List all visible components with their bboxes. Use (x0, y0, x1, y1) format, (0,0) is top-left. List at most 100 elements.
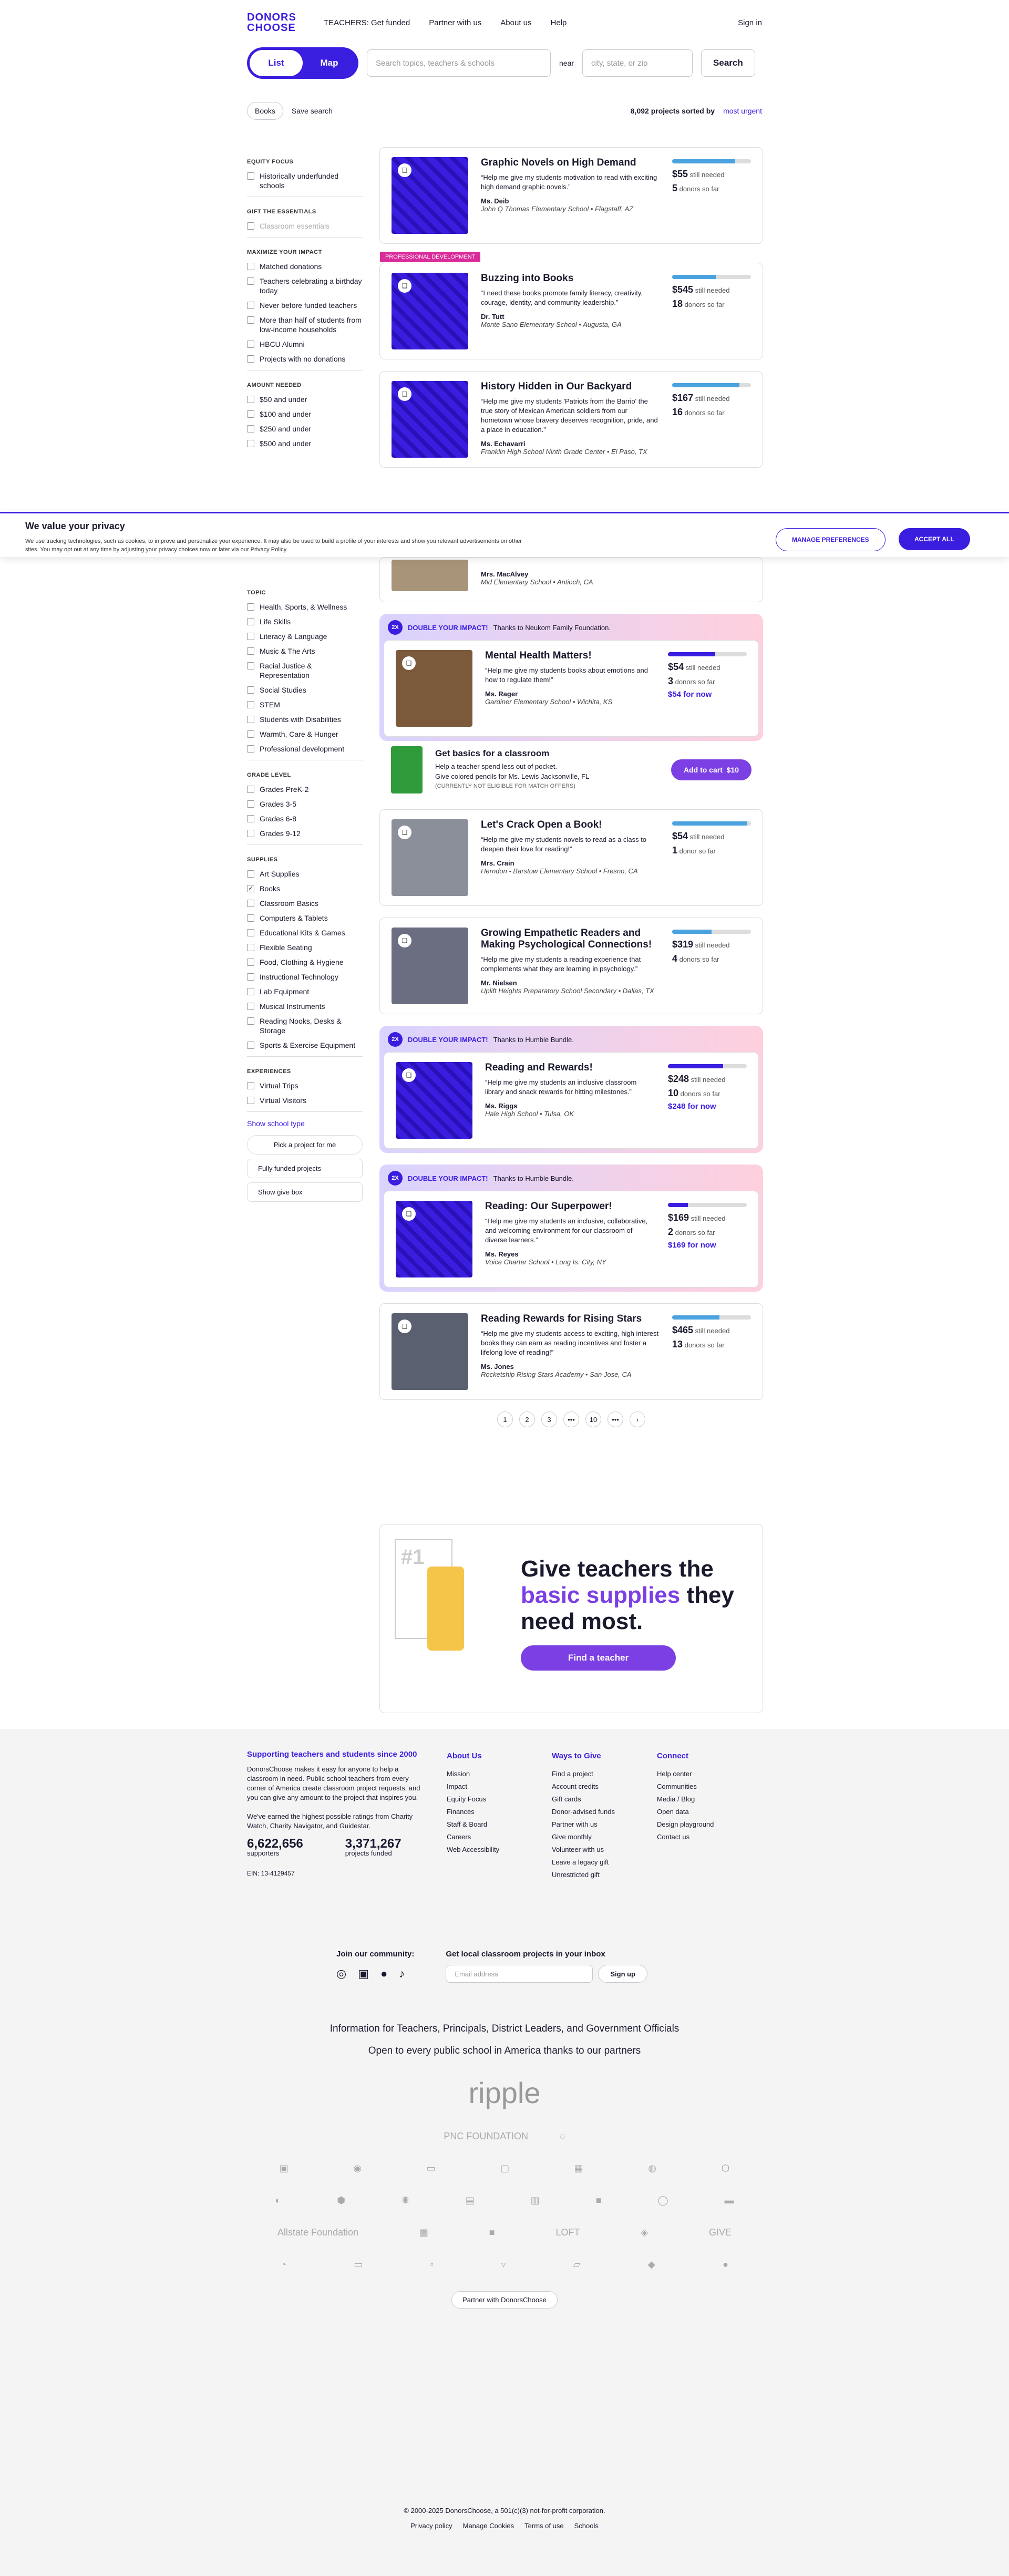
filter-option[interactable]: Classroom Basics (247, 899, 363, 908)
filter-option[interactable]: Literacy & Language (247, 632, 363, 641)
filter-option[interactable]: Historically underfunded schools (247, 171, 363, 190)
checkbox[interactable] (247, 1042, 254, 1049)
footer-link[interactable]: Give monthly (552, 1831, 636, 1843)
project-title[interactable]: Let's Crack Open a Book! (481, 819, 660, 831)
linkedin-icon[interactable]: ▣ (358, 1967, 369, 1981)
nav-partner[interactable]: Partner with us (429, 18, 481, 27)
map-tab[interactable]: Map (303, 50, 356, 76)
filter-option[interactable]: Art Supplies (247, 869, 363, 879)
facebook-icon[interactable]: ● (380, 1967, 387, 1981)
privacy-link[interactable]: Privacy policy (410, 2522, 452, 2530)
cookies-link[interactable]: Manage Cookies (463, 2522, 514, 2530)
location-input[interactable]: city, state, or zip (582, 49, 693, 77)
filter-option[interactable]: Reading Nooks, Desks & Storage (247, 1016, 363, 1035)
footer-link[interactable]: Partner with us (552, 1818, 636, 1831)
checkbox[interactable] (247, 302, 254, 309)
project-card[interactable]: ❑ Graphic Novels on High Demand “Help me g… (379, 147, 763, 244)
checkbox[interactable] (247, 618, 254, 625)
nav-teachers[interactable]: TEACHERS: Get funded (324, 18, 410, 27)
checkbox[interactable] (247, 988, 254, 995)
project-card[interactable]: ❑ History Hidden in Our Backyard “Help me … (379, 371, 763, 468)
filter-option[interactable]: HBCU Alumni (247, 339, 363, 349)
filter-option[interactable]: Health, Sports, & Wellness (247, 602, 363, 612)
filter-option[interactable]: Students with Disabilities (247, 715, 363, 724)
footer-link[interactable]: Communities (657, 1780, 741, 1793)
page-button[interactable]: 3 (541, 1411, 557, 1427)
schools-link[interactable]: Schools (574, 2522, 599, 2530)
project-card[interactable]: ❑ Let's Crack Open a Book! “Help me give m… (379, 809, 763, 906)
filter-option[interactable]: Never before funded teachers (247, 301, 363, 310)
sign-up-button[interactable]: Sign up (598, 1965, 648, 1983)
save-search-link[interactable]: Save search (292, 107, 333, 115)
checkbox[interactable] (247, 172, 254, 180)
filter-option[interactable]: Racial Justice & Representation (247, 661, 363, 680)
bookmark-icon[interactable]: ❑ (398, 163, 411, 177)
project-title[interactable]: Reading and Rewards! (485, 1062, 655, 1074)
filter-option[interactable]: ✓ Books (247, 884, 363, 893)
filter-option[interactable]: Music & The Arts (247, 646, 363, 656)
checkbox[interactable] (247, 815, 254, 822)
footer-link[interactable]: Unrestricted gift (552, 1869, 636, 1881)
filter-option[interactable]: Social Studies (247, 685, 363, 695)
project-card[interactable]: ❑ Reading Rewards for Rising Stars “Help m… (379, 1303, 763, 1400)
page-button[interactable]: ••• (608, 1411, 623, 1427)
bookmark-icon[interactable]: ❑ (398, 826, 411, 839)
checkbox[interactable] (247, 701, 254, 708)
logo[interactable]: DONORS CHOOSE (247, 12, 305, 33)
bookmark-icon[interactable]: ❑ (402, 656, 416, 670)
give-box-toggle[interactable]: Show give box (247, 1182, 363, 1202)
radio[interactable] (247, 425, 254, 432)
search-button[interactable]: Search (701, 49, 755, 77)
checkbox[interactable] (247, 222, 254, 230)
filter-option[interactable]: Computers & Tablets (247, 913, 363, 923)
checkbox[interactable] (247, 603, 254, 611)
filter-option[interactable]: $50 and under (247, 395, 363, 404)
filter-option[interactable]: Lab Equipment (247, 987, 363, 996)
nav-help[interactable]: Help (551, 18, 567, 27)
sign-in-link[interactable]: Sign in (738, 18, 762, 27)
footer-link[interactable]: Media / Blog (657, 1793, 741, 1806)
filter-option[interactable]: Virtual Trips (247, 1081, 363, 1090)
manage-preferences-button[interactable]: MANAGE PREFERENCES (776, 528, 886, 551)
filter-option[interactable]: Matched donations (247, 262, 363, 271)
checkbox[interactable] (247, 973, 254, 981)
bookmark-icon[interactable]: ❑ (398, 1320, 411, 1333)
checkbox[interactable] (247, 1082, 254, 1089)
project-title[interactable]: Graphic Novels on High Demand (481, 157, 660, 169)
bookmark-icon[interactable]: ❑ (398, 387, 411, 401)
project-title[interactable]: Growing Empathetic Readers and Making Ps… (481, 928, 660, 951)
filter-option[interactable]: $250 and under (247, 424, 363, 434)
footer-link[interactable]: Find a project (552, 1768, 636, 1780)
footer-link[interactable]: Volunteer with us (552, 1843, 636, 1856)
partial-card[interactable]: Mrs. MacAlvey Mid Elementary School • Ant… (379, 557, 763, 602)
checkbox[interactable] (247, 662, 254, 669)
filter-option[interactable]: Musical Instruments (247, 1002, 363, 1011)
checkbox[interactable] (247, 870, 254, 878)
filter-option[interactable]: Grades 9-12 (247, 829, 363, 838)
radio[interactable] (247, 396, 254, 403)
footer-link[interactable]: Help center (657, 1768, 741, 1780)
page-button[interactable]: 2 (519, 1411, 535, 1427)
checkbox[interactable] (247, 1003, 254, 1010)
footer-link[interactable]: Equity Focus (447, 1793, 531, 1806)
footer-link[interactable]: Donor-advised funds (552, 1806, 636, 1818)
filter-option[interactable]: Food, Clothing & Hygiene (247, 957, 363, 967)
checkbox[interactable] (247, 716, 254, 723)
footer-link[interactable]: Finances (447, 1806, 531, 1818)
bookmark-icon[interactable]: ❑ (398, 279, 411, 293)
checkbox[interactable] (247, 929, 254, 936)
bookmark-icon[interactable]: ❑ (402, 1207, 416, 1221)
filter-option[interactable]: Life Skills (247, 617, 363, 626)
filter-option[interactable]: Projects with no donations (247, 354, 363, 364)
show-school-type-link[interactable]: Show school type (247, 1119, 363, 1128)
find-teacher-button[interactable]: Find a teacher (521, 1645, 676, 1671)
filter-option[interactable]: Teachers celebrating a birthday today (247, 276, 363, 295)
partner-button[interactable]: Partner with DonorsChoose (451, 2291, 558, 2309)
checkbox[interactable] (247, 263, 254, 270)
project-card[interactable]: ❑ Reading and Rewards! “Help me give my st… (384, 1052, 759, 1149)
radio[interactable] (247, 410, 254, 418)
footer-link[interactable]: Impact (447, 1780, 531, 1793)
filter-option[interactable]: Grades 3-5 (247, 799, 363, 809)
filter-option[interactable]: Classroom essentials (247, 221, 363, 231)
fully-funded-toggle[interactable]: Fully funded projects (247, 1159, 363, 1178)
